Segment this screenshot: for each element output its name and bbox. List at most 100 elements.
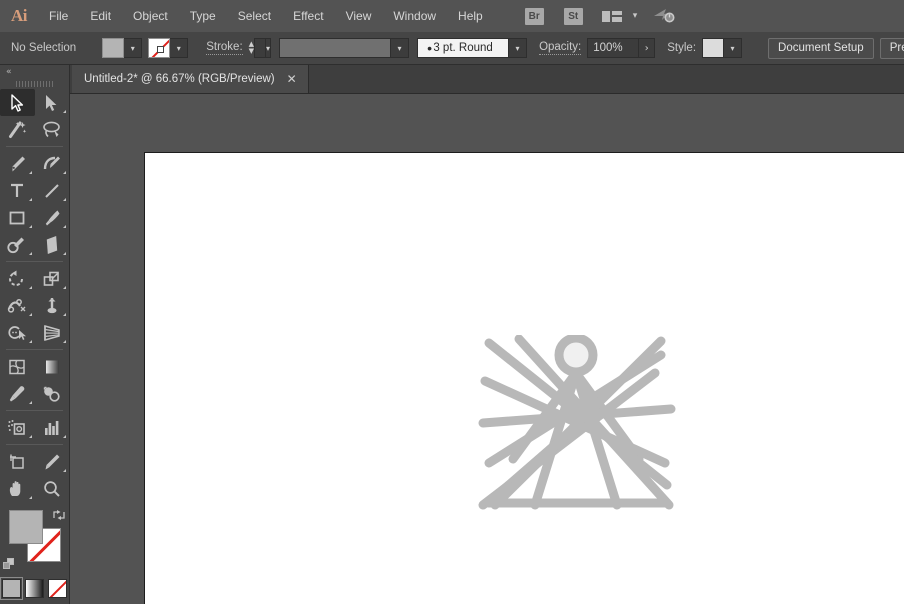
tool-flyout-indicator-icon bbox=[63, 252, 66, 255]
type-tool[interactable] bbox=[0, 177, 35, 204]
line-segment-tool[interactable] bbox=[35, 177, 70, 204]
arrange-documents-icon[interactable] bbox=[601, 10, 622, 22]
stroke-swatch[interactable] bbox=[148, 38, 171, 58]
shaper-tool[interactable] bbox=[0, 231, 35, 258]
free-transform-tool[interactable] bbox=[35, 292, 70, 319]
menu-select[interactable]: Select bbox=[227, 0, 282, 32]
tool-flyout-indicator-icon bbox=[28, 496, 32, 499]
menu-type[interactable]: Type bbox=[179, 0, 227, 32]
document-setup-button[interactable]: Document Setup bbox=[768, 37, 874, 59]
shape-builder-tool[interactable] bbox=[0, 319, 35, 346]
eraser-tool[interactable] bbox=[35, 231, 70, 258]
color-mode-button[interactable] bbox=[0, 577, 23, 600]
selection-tool[interactable] bbox=[0, 89, 35, 116]
menu-view[interactable]: View bbox=[335, 0, 383, 32]
lasso-tool[interactable] bbox=[35, 116, 70, 143]
width-tool[interactable] bbox=[0, 292, 35, 319]
document-tab[interactable]: Untitled-2* @ 66.67% (RGB/Preview) ✕ bbox=[72, 65, 309, 93]
tool-flyout-indicator-icon bbox=[63, 110, 66, 113]
scale-tool[interactable] bbox=[35, 265, 70, 292]
tool-flyout-indicator-icon bbox=[63, 171, 66, 174]
stroke-dropdown-icon[interactable]: ▾ bbox=[170, 38, 189, 58]
illustrator-window: Ai File Edit Object Type Select Effect V… bbox=[0, 0, 904, 604]
selection-status: No Selection bbox=[11, 42, 77, 54]
hand-tool[interactable] bbox=[0, 475, 35, 502]
magic-wand-tool[interactable] bbox=[0, 116, 35, 143]
zigzag-compass-sketch[interactable] bbox=[475, 333, 679, 518]
direct-selection-tool[interactable] bbox=[35, 89, 70, 116]
tools-panel-grip[interactable] bbox=[0, 78, 69, 89]
stroke-weight-label[interactable]: Stroke: bbox=[206, 41, 243, 55]
menu-help[interactable]: Help bbox=[447, 0, 494, 32]
tool-row bbox=[0, 448, 69, 475]
document-tab-bar: Untitled-2* @ 66.67% (RGB/Preview) ✕ bbox=[0, 65, 904, 94]
brush-definition-dropdown-icon[interactable]: ▾ bbox=[509, 38, 528, 58]
perspective-grid-tool[interactable] bbox=[35, 319, 70, 346]
opacity-control: 100% › bbox=[587, 38, 656, 58]
tool-row bbox=[0, 380, 69, 407]
menu-edit[interactable]: Edit bbox=[79, 0, 122, 32]
control-bar: No Selection ▾ ▾ Stroke: ▲ ▼ ▾ ▾ • 3 pt. … bbox=[0, 32, 904, 65]
stock-icon[interactable]: St bbox=[563, 7, 583, 25]
stroke-weight-field[interactable] bbox=[254, 38, 267, 58]
rocket-icon[interactable] bbox=[653, 7, 677, 25]
eyedropper-tool[interactable] bbox=[0, 380, 35, 407]
rotate-tool[interactable] bbox=[0, 265, 35, 292]
tool-separator bbox=[6, 410, 63, 411]
collapse-panel-icon[interactable]: « bbox=[0, 65, 69, 78]
symbol-sprayer-tool[interactable] bbox=[0, 414, 35, 441]
graphic-style-dropdown-icon[interactable]: ▾ bbox=[724, 38, 743, 58]
chevron-down-icon[interactable]: ▾ bbox=[633, 11, 638, 21]
curvature-tool[interactable] bbox=[35, 150, 70, 177]
gradient-tool[interactable] bbox=[35, 353, 70, 380]
mesh-tool[interactable] bbox=[0, 353, 35, 380]
tool-flyout-indicator-icon bbox=[63, 225, 66, 228]
opacity-field[interactable]: 100% bbox=[587, 38, 640, 58]
tool-flyout-indicator-icon bbox=[28, 286, 32, 289]
gradient-mode-button[interactable] bbox=[25, 579, 44, 598]
tool-flyout-indicator-icon bbox=[28, 171, 32, 174]
menu-file[interactable]: File bbox=[38, 0, 79, 32]
fill-dropdown-icon[interactable]: ▾ bbox=[124, 38, 143, 58]
stroke-profile-field[interactable] bbox=[279, 38, 392, 58]
stroke-profile-dropdown-icon[interactable]: ▾ bbox=[391, 38, 410, 58]
tool-row bbox=[0, 89, 69, 116]
document-tab-title: Untitled-2* @ 66.67% (RGB/Preview) bbox=[84, 73, 275, 85]
close-icon[interactable]: ✕ bbox=[285, 73, 299, 85]
tool-separator bbox=[6, 444, 63, 445]
opacity-label[interactable]: Opacity: bbox=[539, 41, 582, 55]
tool-separator bbox=[6, 349, 63, 350]
tool-flyout-indicator-icon bbox=[63, 435, 66, 438]
fill-color-box[interactable] bbox=[9, 510, 43, 544]
canvas-area[interactable] bbox=[70, 94, 904, 604]
tool-flyout-indicator-icon bbox=[28, 401, 32, 404]
tool-flyout-indicator-icon bbox=[28, 225, 32, 228]
rectangle-tool[interactable] bbox=[0, 204, 35, 231]
swap-fill-stroke-icon[interactable] bbox=[52, 508, 66, 520]
none-mode-button[interactable] bbox=[48, 579, 67, 598]
zoom-tool[interactable] bbox=[35, 475, 70, 502]
artboard-tool[interactable] bbox=[0, 448, 35, 475]
paintbrush-tool[interactable] bbox=[35, 204, 70, 231]
brush-definition-field[interactable]: • 3 pt. Round bbox=[417, 38, 510, 58]
tool-row bbox=[0, 231, 69, 258]
menu-bar-tools: Br St ▾ bbox=[516, 7, 678, 25]
pen-tool[interactable] bbox=[0, 150, 35, 177]
fill-swatch[interactable] bbox=[102, 38, 125, 58]
menu-effect[interactable]: Effect bbox=[282, 0, 334, 32]
menu-object[interactable]: Object bbox=[122, 0, 179, 32]
blend-tool[interactable] bbox=[35, 380, 70, 407]
stroke-weight-dropdown-icon[interactable]: ▾ bbox=[266, 38, 272, 58]
preferences-button[interactable]: Preferences bbox=[879, 37, 904, 59]
column-graph-tool[interactable] bbox=[35, 414, 70, 441]
tool-flyout-indicator-icon bbox=[28, 340, 32, 343]
opacity-expand-icon[interactable]: › bbox=[639, 38, 656, 58]
artboard[interactable] bbox=[144, 152, 904, 604]
slice-tool[interactable] bbox=[35, 448, 70, 475]
bridge-icon[interactable]: Br bbox=[524, 7, 544, 25]
default-fill-stroke-icon[interactable] bbox=[3, 558, 16, 571]
tool-row bbox=[0, 414, 69, 441]
graphic-style-swatch[interactable] bbox=[702, 38, 725, 58]
tool-separator bbox=[6, 261, 63, 262]
menu-window[interactable]: Window bbox=[382, 0, 447, 32]
